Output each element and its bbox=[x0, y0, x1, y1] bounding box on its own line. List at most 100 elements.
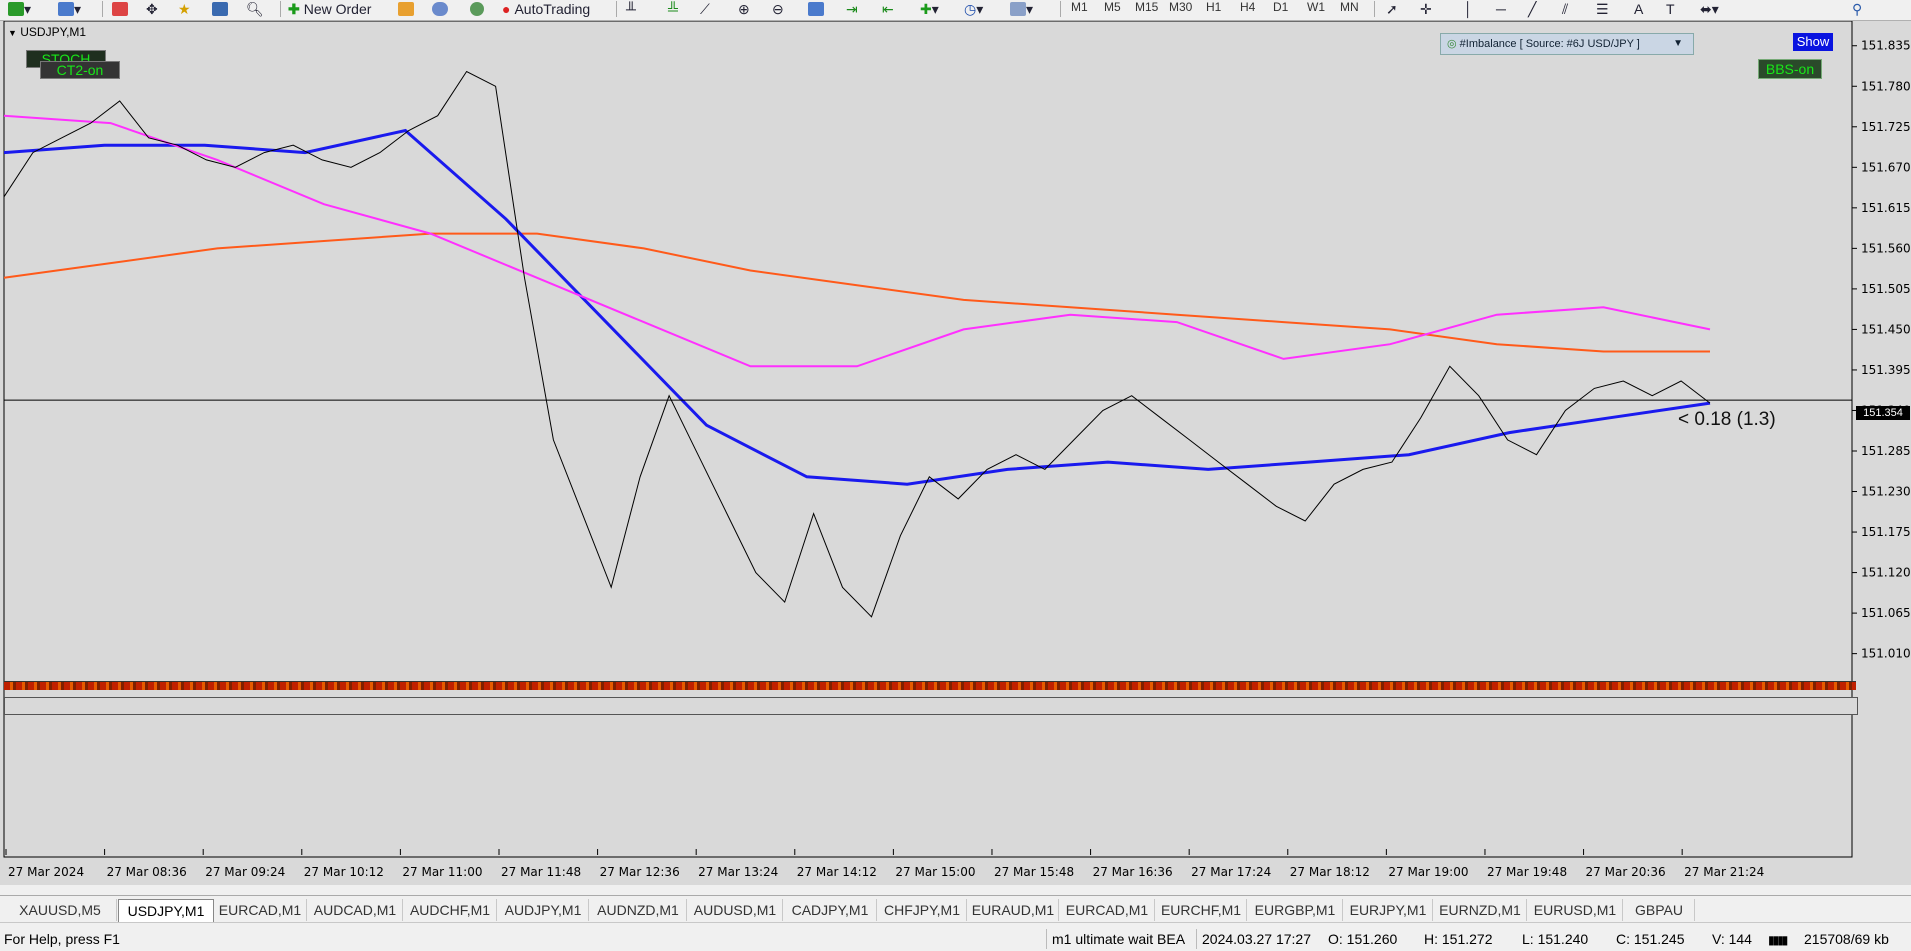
label-tool-button[interactable]: T bbox=[1666, 0, 1675, 18]
symbol-tab[interactable]: EURCAD,M1 bbox=[214, 899, 307, 921]
symbol-tab[interactable]: GBPAU bbox=[1624, 899, 1695, 921]
timeframe-h4[interactable]: H4 bbox=[1237, 0, 1258, 16]
chart-window[interactable]: 151.835 151.780 151.725 151.670 151.615 151.5… bbox=[0, 21, 1911, 885]
signals-icon bbox=[432, 2, 448, 16]
imbalance-selector[interactable]: ◎ #Imbalance [ Source: #6J USD/JPY ] ▼ bbox=[1440, 33, 1694, 55]
vertical-line-button[interactable]: │ bbox=[1464, 0, 1473, 18]
symbol-label: USDJPY,M1 bbox=[20, 25, 87, 39]
imbalance-label: #Imbalance [ Source: #6J USD/JPY ] bbox=[1459, 38, 1640, 50]
candlestick-button[interactable]: ╩ bbox=[668, 0, 678, 18]
price-tick-label: 151.230 bbox=[1861, 485, 1911, 499]
symbol-tab[interactable]: EURCAD,M1 bbox=[1060, 899, 1155, 921]
new-chart-button[interactable]: ▾ bbox=[8, 0, 31, 18]
channel-button[interactable]: ⫽ bbox=[1562, 0, 1568, 18]
indicators-button[interactable]: ✚ ▾ bbox=[920, 0, 939, 18]
price-chart[interactable]: 151.835 151.780 151.725 151.670 151.615 151.5… bbox=[0, 21, 1911, 885]
terminal-icon bbox=[212, 2, 228, 16]
search-button[interactable]: ⚲ bbox=[1852, 0, 1862, 18]
trendline-icon: ╱ bbox=[1528, 0, 1537, 17]
text-tool-button[interactable]: A bbox=[1634, 0, 1643, 18]
price-tick-label: 151.285 bbox=[1861, 444, 1911, 458]
price-tick-label: 151.450 bbox=[1861, 322, 1911, 336]
symbol-tab[interactable]: CADJPY,M1 bbox=[784, 899, 877, 921]
price-tick-label: 151.120 bbox=[1861, 566, 1911, 580]
terminal-button[interactable] bbox=[212, 0, 228, 18]
profiles-icon bbox=[58, 2, 74, 16]
market-watch-button[interactable] bbox=[112, 0, 128, 18]
price-tick-label: 151.010 bbox=[1861, 647, 1911, 661]
time-tick-label: 27 Mar 2024 bbox=[8, 865, 84, 879]
periods-button[interactable]: ◷ ▾ bbox=[964, 0, 983, 18]
line-chart-button[interactable]: ⟋ bbox=[700, 0, 710, 18]
symbol-tab[interactable]: XAUUSD,M5 bbox=[4, 899, 117, 921]
data-window-button[interactable]: ✥ bbox=[146, 0, 158, 18]
timeframe-m1[interactable]: M1 bbox=[1068, 0, 1091, 16]
templates-button[interactable]: ▾ bbox=[1010, 0, 1033, 18]
fibonacci-button[interactable]: ☰ bbox=[1596, 0, 1609, 18]
new-order-label: New Order bbox=[303, 1, 372, 17]
autotrading-label: AutoTrading bbox=[514, 1, 591, 17]
symbol-tab[interactable]: AUDCAD,M1 bbox=[308, 899, 403, 921]
chart-shift-button[interactable]: ⇥ bbox=[846, 0, 858, 18]
time-tick-label: 27 Mar 16:36 bbox=[1093, 865, 1173, 879]
market-button[interactable] bbox=[470, 0, 484, 18]
time-tick-label: 27 Mar 09:24 bbox=[205, 865, 285, 879]
timeframe-m30[interactable]: M30 bbox=[1166, 0, 1195, 16]
symbol-tab[interactable]: AUDJPY,M1 bbox=[498, 899, 589, 921]
timeframe-m5[interactable]: M5 bbox=[1101, 0, 1124, 16]
symbol-tab[interactable]: EURNZD,M1 bbox=[1434, 899, 1527, 921]
symbol-tab[interactable]: EURJPY,M1 bbox=[1344, 899, 1433, 921]
symbol-tab[interactable]: USDJPY,M1 bbox=[118, 899, 214, 922]
timeframe-h1[interactable]: H1 bbox=[1203, 0, 1224, 16]
show-button[interactable]: Show bbox=[1793, 33, 1833, 51]
crosshair-tool-button[interactable]: ✛ bbox=[1420, 0, 1432, 18]
ct2-toggle-button[interactable]: CT2-on bbox=[40, 61, 120, 79]
symbol-tab[interactable]: EURCHF,M1 bbox=[1156, 899, 1247, 921]
price-tick-label: 151.835 bbox=[1861, 39, 1911, 53]
symbol-tab[interactable]: AUDCHF,M1 bbox=[404, 899, 497, 921]
timeframe-mn[interactable]: MN bbox=[1337, 0, 1362, 16]
toolbar-separator bbox=[280, 1, 281, 17]
status-separator bbox=[1046, 929, 1047, 949]
bbs-toggle-button[interactable]: BBS-on bbox=[1758, 59, 1822, 79]
time-tick-label: 27 Mar 12:36 bbox=[600, 865, 680, 879]
tile-windows-button[interactable] bbox=[808, 0, 824, 18]
search-icon: ⚲ bbox=[1852, 0, 1863, 17]
toolbar-separator bbox=[102, 1, 103, 17]
profiles-button[interactable]: ▾ bbox=[58, 0, 81, 18]
autoscroll-button[interactable]: ⇤ bbox=[882, 0, 894, 18]
zoom-out-icon: ⊖ bbox=[772, 0, 784, 17]
bar-chart-icon: ╨ bbox=[626, 1, 636, 17]
symbol-tab[interactable]: CHFJPY,M1 bbox=[878, 899, 967, 921]
cursor-icon: ➚ bbox=[1386, 0, 1398, 17]
price-tick-label: 151.065 bbox=[1861, 606, 1911, 620]
line-chart-icon: ⟋ bbox=[700, 0, 710, 17]
symbol-tab[interactable]: EURGBP,M1 bbox=[1248, 899, 1343, 921]
navigator-button[interactable]: ★ bbox=[178, 0, 191, 18]
indicator-subwindow[interactable] bbox=[4, 697, 1858, 715]
symbol-tab[interactable]: EURUSD,M1 bbox=[1528, 899, 1623, 921]
symbol-tab[interactable]: EURAUD,M1 bbox=[968, 899, 1059, 921]
bar-chart-button[interactable]: ╨ bbox=[626, 0, 636, 18]
timeframe-w1[interactable]: W1 bbox=[1304, 0, 1328, 16]
symbol-tab[interactable]: AUDNZD,M1 bbox=[590, 899, 687, 921]
horizontal-line-button[interactable]: ─ bbox=[1496, 0, 1506, 18]
trendline-button[interactable]: ╱ bbox=[1528, 0, 1536, 18]
zoom-in-button[interactable]: ⊕ bbox=[738, 0, 750, 18]
zoom-out-button[interactable]: ⊖ bbox=[772, 0, 784, 18]
metaeditor-button[interactable] bbox=[398, 0, 414, 18]
timeframe-m15[interactable]: M15 bbox=[1132, 0, 1161, 16]
symbol-tab[interactable]: AUDUSD,M1 bbox=[688, 899, 783, 921]
toolbar-separator bbox=[616, 1, 617, 17]
new-order-button[interactable]: ✚ New Order bbox=[288, 0, 371, 18]
autotrading-button[interactable]: ● AutoTrading bbox=[502, 0, 590, 18]
timeframe-d1[interactable]: D1 bbox=[1270, 0, 1291, 16]
cursor-tool-button[interactable]: ➚ bbox=[1386, 0, 1398, 18]
signals-button[interactable] bbox=[432, 0, 448, 18]
new-chart-icon bbox=[8, 2, 24, 16]
arrows-icon: ⬌ bbox=[1700, 0, 1712, 17]
dropdown-triangle-icon: ▼ bbox=[8, 28, 17, 38]
arrows-tool-button[interactable]: ⬌ ▾ bbox=[1700, 0, 1719, 18]
strategy-tester-button[interactable]: 🔍︎ bbox=[246, 0, 264, 18]
magnifier-icon: 🔍︎ bbox=[246, 0, 264, 17]
